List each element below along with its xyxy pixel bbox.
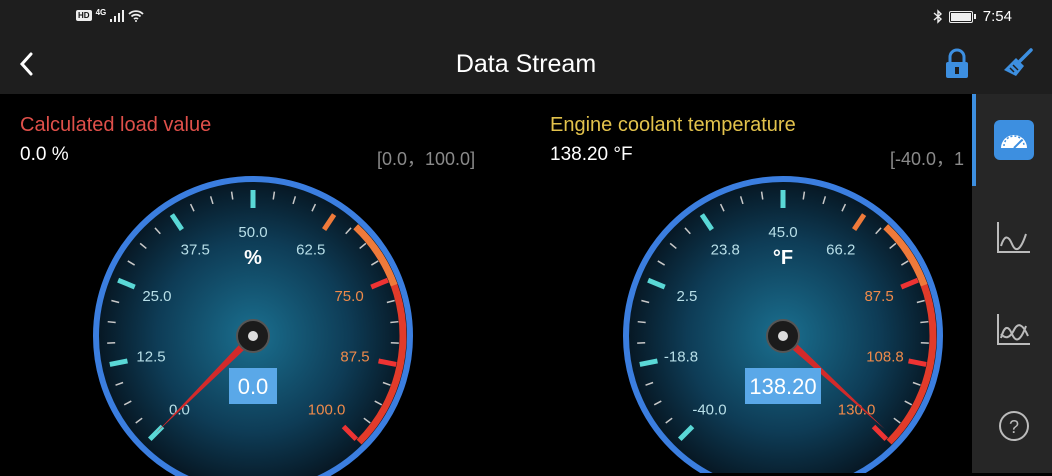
- multi-line-chart-icon[interactable]: [992, 308, 1036, 352]
- hd-badge: HD: [76, 10, 92, 21]
- gauge-icon[interactable]: [992, 118, 1036, 162]
- clock: 7:54: [983, 8, 1012, 25]
- major-tick: [110, 361, 128, 365]
- help-icon[interactable]: ?: [992, 404, 1036, 448]
- status-bar: HD 4G 7:54: [0, 0, 1052, 34]
- tick-label: -40.0: [692, 402, 726, 419]
- tick-label: -18.8: [664, 348, 698, 365]
- minor-tick: [920, 322, 928, 323]
- app-bar: Data Stream: [0, 34, 1052, 94]
- network-label: 4G: [96, 8, 107, 17]
- line-chart-icon[interactable]: [992, 216, 1036, 260]
- view-sidebar: ?: [972, 94, 1052, 473]
- readout-value: 138.20: [749, 374, 816, 399]
- tick-label: 100.0: [308, 402, 346, 419]
- tick-label: 87.5: [340, 348, 369, 365]
- minor-tick: [108, 322, 116, 323]
- tick-label: 45.0: [768, 224, 797, 241]
- bluetooth-icon: [933, 9, 943, 24]
- lock-icon[interactable]: [944, 48, 970, 80]
- pid-name: Calculated load value: [20, 114, 211, 137]
- status-indicators: HD 4G: [76, 9, 144, 22]
- gauge-panel-coolant: Engine coolant temperature 138.20 °F [-4…: [530, 94, 972, 473]
- active-indicator: [972, 94, 976, 186]
- gauge-unit: %: [244, 247, 262, 269]
- page-title: Data Stream: [0, 50, 1052, 79]
- tick-label: 62.5: [296, 242, 325, 259]
- signal-icon: [110, 10, 124, 22]
- tick-label: 108.8: [866, 348, 904, 365]
- needle-hub-center: [248, 331, 258, 341]
- pid-value: 0.0 %: [20, 144, 69, 166]
- status-right: 7:54: [933, 8, 1012, 25]
- tick-label: 12.5: [136, 348, 165, 365]
- tick-label: 50.0: [238, 224, 267, 241]
- gauge-dial: 0.012.525.037.550.062.575.087.5100.0%0.0: [0, 176, 500, 476]
- tick-label: 25.0: [142, 288, 171, 305]
- minor-tick: [638, 322, 646, 323]
- major-tick: [640, 361, 658, 365]
- svg-text:?: ?: [1009, 417, 1019, 437]
- needle-hub-center: [778, 331, 788, 341]
- pid-name: Engine coolant temperature: [550, 114, 796, 137]
- readout-value: 0.0: [238, 374, 269, 399]
- tick-label: 23.8: [711, 242, 740, 259]
- broom-icon[interactable]: [1002, 48, 1034, 80]
- pid-range: [0.0，100.0]: [377, 145, 475, 171]
- minor-tick: [390, 322, 398, 323]
- gauge-dial: -40.0-18.82.523.845.066.287.5108.8130.0°…: [530, 176, 972, 473]
- tick-label: 75.0: [334, 288, 363, 305]
- tick-label: 37.5: [181, 242, 210, 259]
- major-tick: [379, 361, 397, 365]
- tick-label: 66.2: [826, 242, 855, 259]
- gauge-unit: °F: [773, 247, 793, 269]
- pid-range: [-40.0，1: [890, 145, 964, 171]
- pid-value: 138.20 °F: [550, 144, 633, 166]
- tick-label: 87.5: [864, 288, 893, 305]
- battery-icon: [949, 11, 973, 23]
- tick-label: 2.5: [676, 288, 697, 305]
- wifi-icon: [128, 9, 144, 22]
- gauge-panel-load: Calculated load value 0.0 % [0.0，100.0] …: [0, 94, 490, 473]
- major-tick: [909, 361, 927, 365]
